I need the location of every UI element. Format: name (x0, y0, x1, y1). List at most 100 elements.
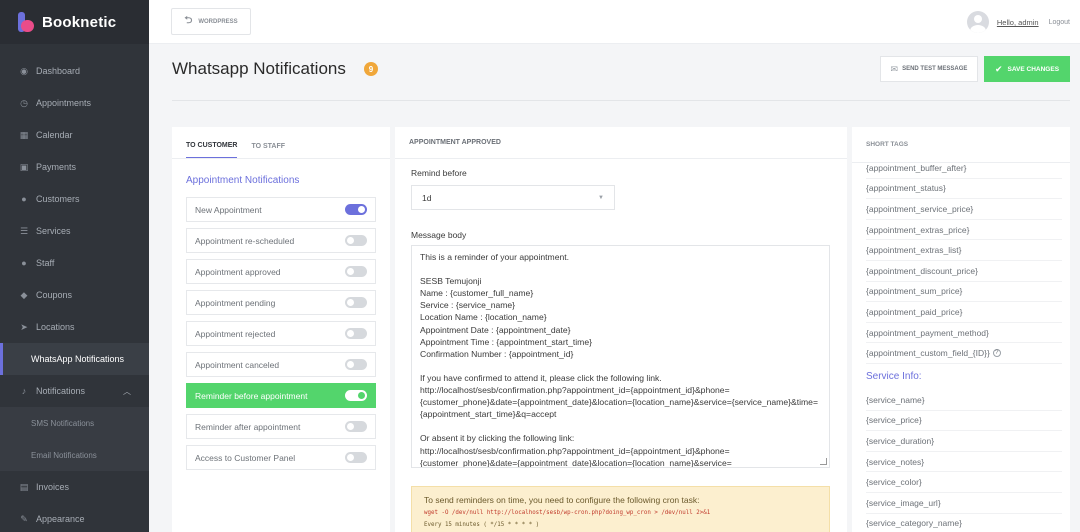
user-greeting[interactable]: Hello, admin (997, 18, 1039, 27)
list-icon: ☰ (19, 225, 29, 236)
short-tag[interactable]: {service_notes} (866, 452, 1062, 473)
page-header: Whatsapp Notifications 9 ✉ SEND TEST MESS… (172, 55, 1070, 101)
toggle[interactable] (345, 235, 367, 246)
short-tag[interactable]: {appointment_sum_price} (866, 282, 1062, 303)
toggle[interactable] (345, 266, 367, 277)
notification-list-panel: TO CUSTOMER TO STAFF Appointment Notific… (172, 127, 390, 532)
notification-item-selected[interactable]: Reminder before appointment (186, 383, 376, 408)
message-body-label: Message body (411, 230, 467, 240)
toggle[interactable] (345, 452, 367, 463)
tab-to-customer[interactable]: TO CUSTOMER (186, 142, 238, 158)
brand-name: Booknetic (42, 13, 117, 31)
sidebar-item-staff[interactable]: ● Staff (0, 247, 149, 279)
sidebar-item-coupons[interactable]: ◆ Coupons (0, 279, 149, 311)
notification-item[interactable]: Reminder after appointment (186, 414, 376, 439)
notification-list: New Appointment Appointment re-scheduled… (186, 197, 376, 476)
toggle[interactable] (345, 204, 367, 215)
count-badge: 9 (364, 62, 378, 76)
check-icon: ✔ (994, 63, 1003, 74)
user-menu: Hello, admin Logout (966, 11, 1070, 33)
topbar: ⮌ WORDPRESS Hello, admin Logout (149, 0, 1080, 44)
toggle[interactable] (345, 359, 367, 370)
short-tag[interactable]: {service_price} (866, 411, 1062, 432)
short-tag[interactable]: {appointment_custom_field_{ID}}? (866, 343, 1062, 364)
sidebar-item-calendar[interactable]: ▦ Calendar (0, 119, 149, 151)
service-info-title: Service Info: (866, 371, 922, 383)
bell-icon: ♪ (21, 386, 27, 396)
send-test-message-button[interactable]: ✉ SEND TEST MESSAGE (880, 56, 978, 82)
short-tag[interactable]: {service_color} (866, 472, 1062, 493)
tab-to-staff[interactable]: TO STAFF (251, 143, 285, 158)
notification-item[interactable]: Appointment canceled (186, 352, 376, 377)
sidebar-item-email-notifications[interactable]: Email Notifications (0, 439, 149, 471)
clock-icon: ◷ (20, 97, 28, 108)
remind-before-select[interactable]: 1d ▼ (411, 185, 615, 210)
notification-item[interactable]: Access to Customer Panel (186, 445, 376, 470)
logo[interactable]: Booknetic (0, 0, 149, 44)
cron-text: To send reminders on time, you need to c… (424, 495, 700, 505)
file-icon: ▤ (19, 481, 29, 492)
cron-command: wget -O /dev/null http://localhost/sesb/… (424, 510, 711, 516)
notification-item[interactable]: New Appointment (186, 197, 376, 222)
avatar[interactable] (966, 11, 989, 33)
booknetic-logo-icon (18, 12, 34, 32)
short-tag[interactable]: {service_image_url} (866, 493, 1062, 514)
toggle[interactable] (345, 390, 367, 401)
short-tag[interactable]: {appointment_buffer_after} (866, 158, 1062, 179)
resize-handle-icon[interactable] (820, 458, 827, 465)
short-tag[interactable]: {service_duration} (866, 431, 1062, 452)
location-icon: ➤ (20, 321, 28, 332)
short-tag[interactable]: {appointment_discount_price} (866, 261, 1062, 282)
caret-down-icon: ▼ (598, 194, 604, 201)
toggle[interactable] (345, 421, 367, 432)
cron-schedule: Every 15 minutes ( */15 * * * * ) (424, 522, 540, 528)
sidebar-item-dashboard[interactable]: ◉ Dashboard (0, 55, 149, 87)
wallet-icon: ▣ (19, 161, 29, 172)
short-tag[interactable]: {service_name} (866, 390, 1062, 411)
sidebar-item-appearance[interactable]: ✎ Appearance (0, 503, 149, 532)
sidebar-item-whatsapp-notifications[interactable]: WhatsApp Notifications (0, 343, 149, 375)
message-body-textarea[interactable]: This is a reminder of your appointment. … (411, 245, 830, 468)
cron-notice: To send reminders on time, you need to c… (411, 486, 830, 532)
sidebar-item-customers[interactable]: ● Customers (0, 183, 149, 215)
short-tag[interactable]: {appointment_payment_method} (866, 323, 1062, 344)
toggle[interactable] (345, 297, 367, 308)
sidebar-item-services[interactable]: ☰ Services (0, 215, 149, 247)
sidebar-item-payments[interactable]: ▣ Payments (0, 151, 149, 183)
notification-item[interactable]: Appointment re-scheduled (186, 228, 376, 253)
save-changes-button[interactable]: ✔ SAVE CHANGES (984, 56, 1070, 82)
sidebar-item-locations[interactable]: ➤ Locations (0, 311, 149, 343)
dashboard-icon: ◉ (20, 65, 28, 76)
toggle[interactable] (345, 328, 367, 339)
logout-link[interactable]: Logout (1049, 19, 1070, 26)
short-tag[interactable]: {appointment_service_price} (866, 199, 1062, 220)
sidebar-item-invoices[interactable]: ▤ Invoices (0, 471, 149, 503)
page-title: Whatsapp Notifications (172, 59, 346, 78)
back-arrow-icon: ⮌ (184, 15, 193, 26)
tag-icon: ◆ (20, 289, 28, 300)
section-title: Appointment Notifications (186, 175, 300, 186)
sidebar-item-notifications[interactable]: ♪ Notifications ︿ (0, 375, 149, 407)
remind-before-label: Remind before (411, 168, 467, 178)
users-icon: ● (21, 194, 27, 204)
short-tag[interactable]: {service_category_name} (866, 514, 1062, 532)
short-tag[interactable]: {appointment_extras_list} (866, 240, 1062, 261)
notification-editor-panel: APPOINTMENT APPROVED Remind before 1d ▼ M… (395, 127, 847, 532)
notification-item[interactable]: Appointment approved (186, 259, 376, 284)
notification-item[interactable]: Appointment pending (186, 290, 376, 315)
help-icon[interactable]: ? (992, 349, 1001, 358)
wordpress-button[interactable]: ⮌ WORDPRESS (171, 8, 251, 35)
notification-item[interactable]: Appointment rejected (186, 321, 376, 346)
short-tag[interactable]: {appointment_paid_price} (866, 302, 1062, 323)
short-tag[interactable]: {appointment_extras_price} (866, 220, 1062, 241)
editor-header: APPOINTMENT APPROVED (395, 127, 847, 159)
envelope-icon: ✉ (890, 63, 899, 74)
sidebar-item-appointments[interactable]: ◷ Appointments (0, 87, 149, 119)
sidebar-item-sms-notifications[interactable]: SMS Notifications (0, 407, 149, 439)
calendar-icon: ▦ (19, 129, 29, 140)
short-tags-panel: SHORT TAGS {appointment_buffer_after} {a… (852, 127, 1070, 532)
short-tags-list: {appointment_buffer_after} {appointment_… (866, 158, 1062, 532)
chevron-up-icon: ︿ (123, 386, 131, 396)
short-tag[interactable]: {appointment_status} (866, 179, 1062, 200)
user-icon: ● (21, 258, 27, 268)
